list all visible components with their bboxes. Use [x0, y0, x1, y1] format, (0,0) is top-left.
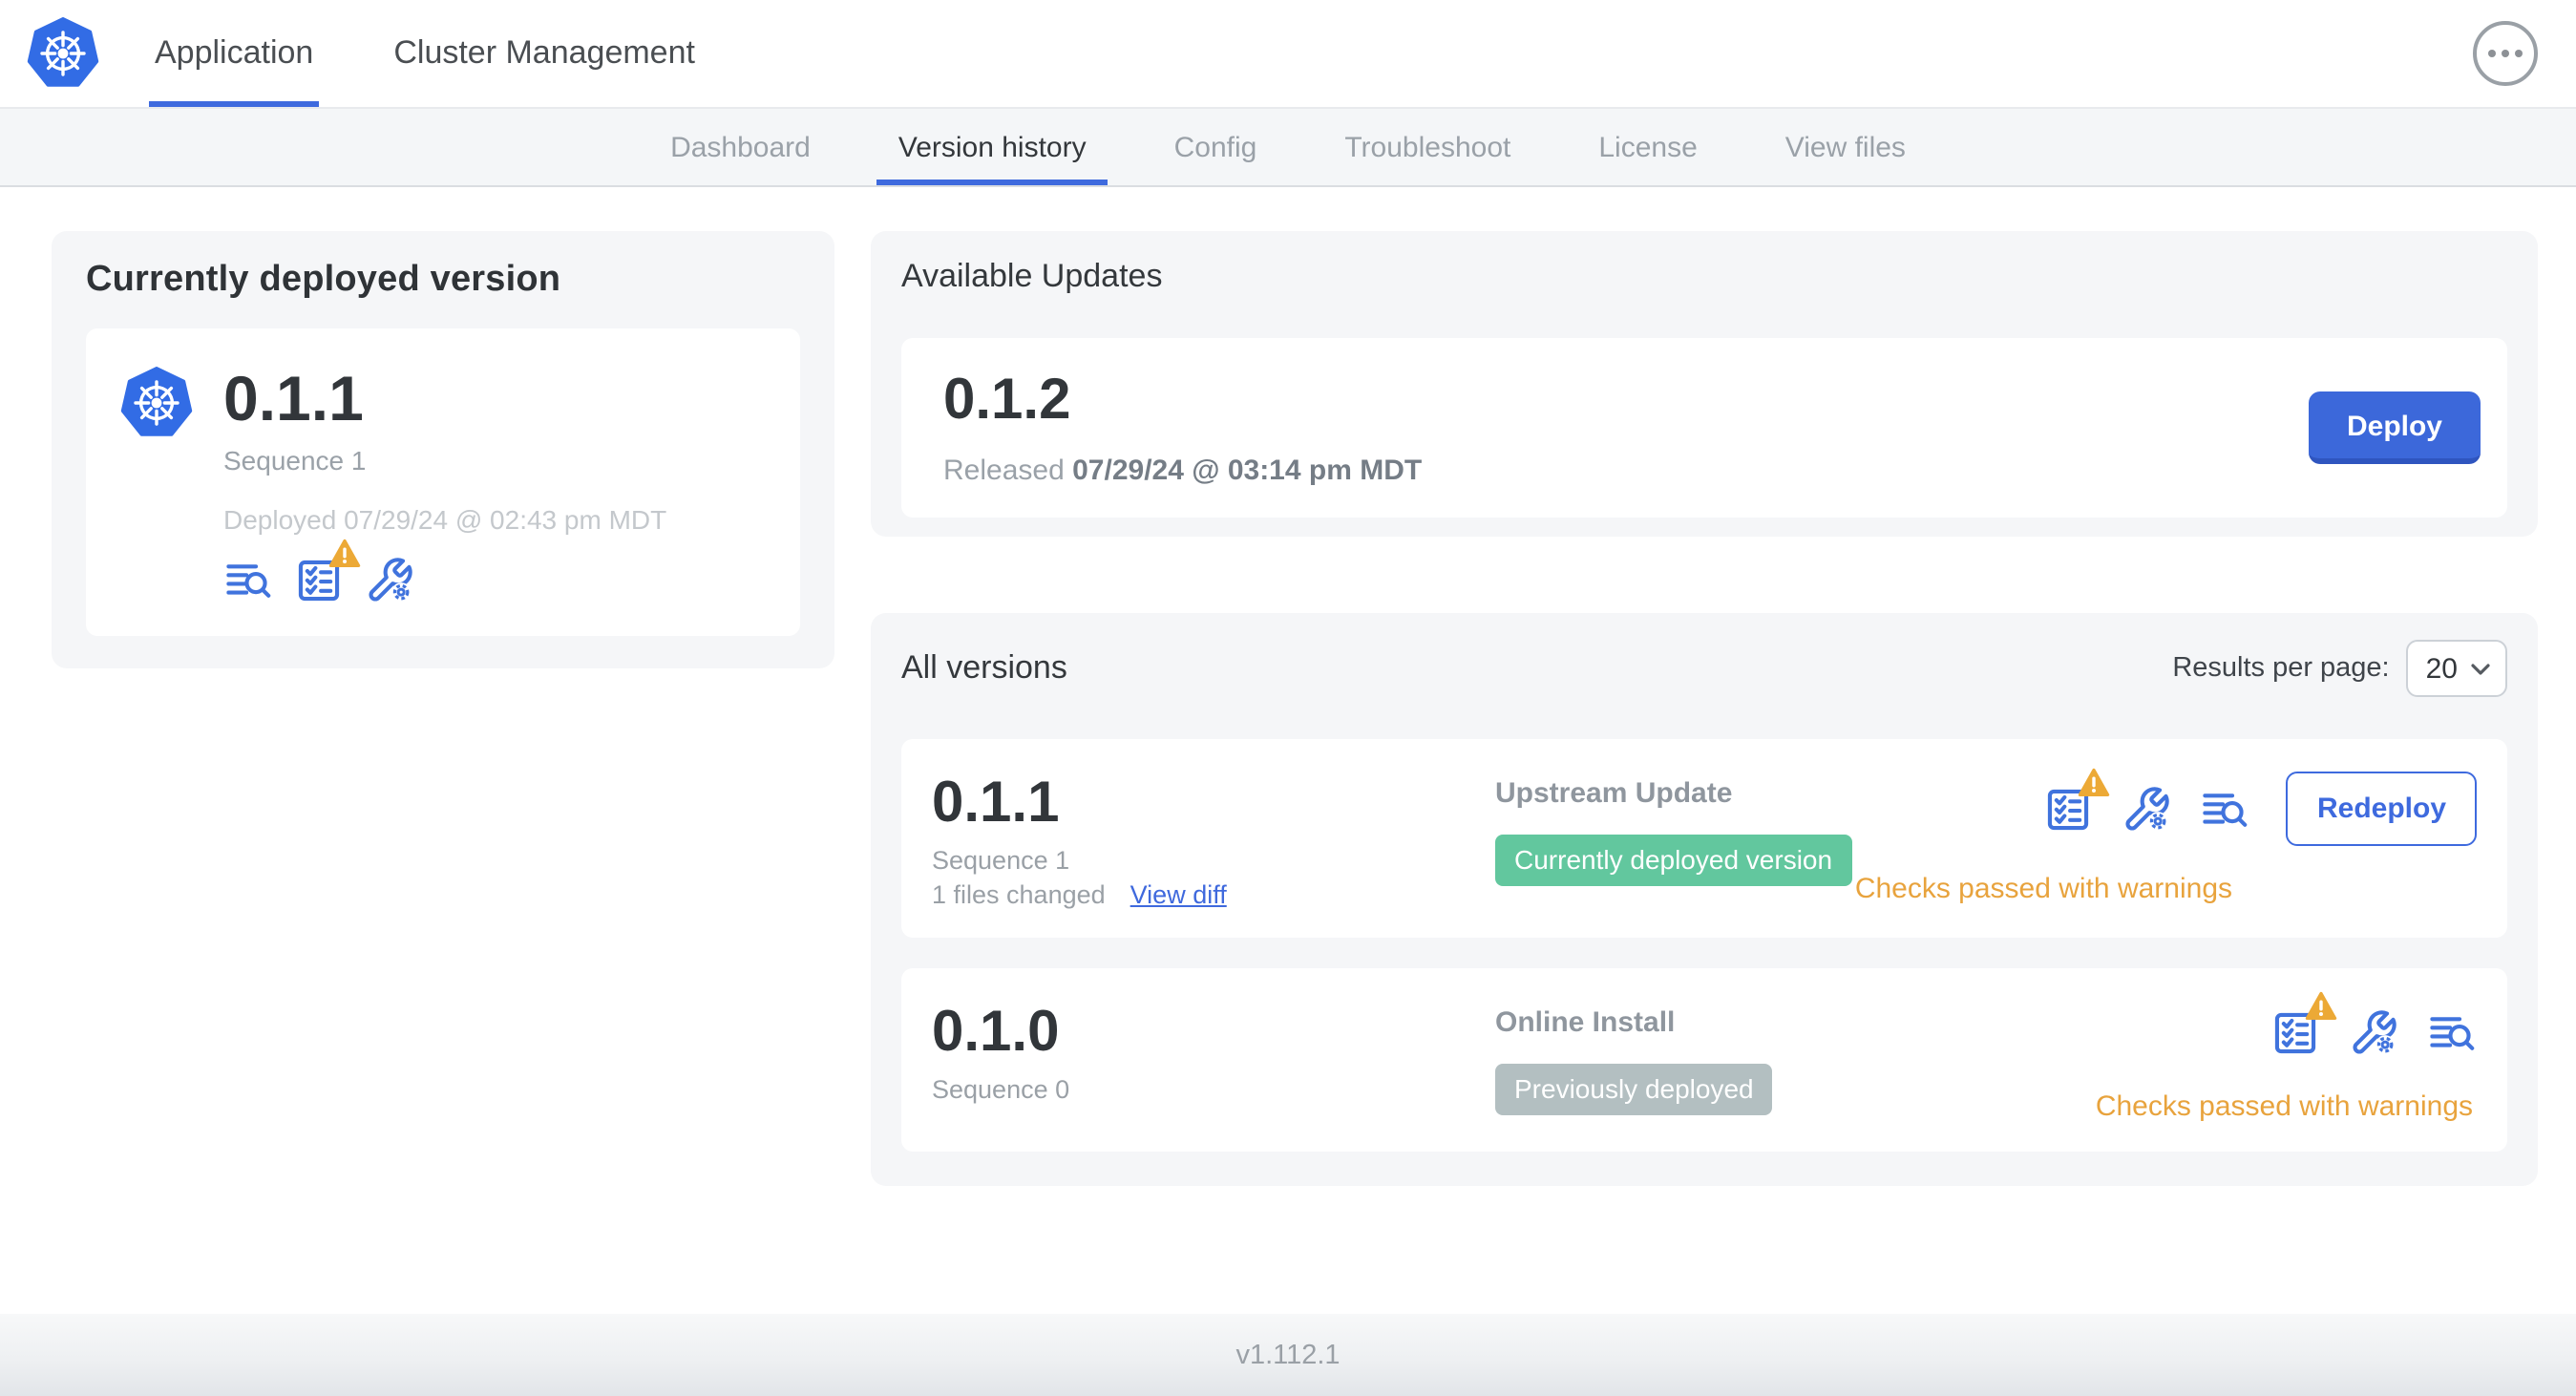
- main-content: Currently deployed version 0.1.1 Sequenc…: [0, 187, 2576, 1186]
- deployed-version-number: 0.1.1: [223, 363, 364, 434]
- subnav-version-history[interactable]: Version history: [855, 109, 1130, 185]
- admin-console: Application Cluster Management Dashboard…: [0, 0, 2576, 1396]
- chevron-down-icon: [2471, 663, 2490, 674]
- app-kubernetes-icon: [120, 367, 193, 436]
- currently-deployed-title: Currently deployed version: [86, 260, 561, 300]
- previously-deployed-badge: Previously deployed: [1495, 1064, 1773, 1115]
- version-row: 0.1.1 Sequence 1 1 files changed View dif…: [901, 739, 2507, 938]
- currently-deployed-panel: Currently deployed version 0.1.1 Sequenc…: [52, 231, 834, 668]
- row-sequence: Sequence 0: [932, 1075, 1070, 1104]
- preflight-checks-icon[interactable]: [294, 539, 361, 605]
- update-released-line: Released 07/29/24 @ 03:14 pm MDT: [943, 455, 1423, 487]
- subnav-troubleshoot[interactable]: Troubleshoot: [1300, 109, 1554, 185]
- app-subnav: Dashboard Version history Config Trouble…: [0, 109, 2576, 187]
- deployed-sequence: Sequence 1: [223, 444, 367, 476]
- tab-application-label: Application: [155, 34, 314, 71]
- right-column: Available Updates 0.1.2 Released 07/29/2…: [871, 231, 2538, 1186]
- preflight-checks-icon[interactable]: [2044, 767, 2111, 834]
- deployed-timestamp: Deployed 07/29/24 @ 02:43 pm MDT: [223, 503, 667, 535]
- results-per-page-select[interactable]: 20: [2406, 640, 2507, 697]
- edit-config-icon[interactable]: [2122, 784, 2172, 834]
- all-versions-panel: All versions Results per page: 20 0.1.1 …: [871, 613, 2538, 1186]
- row-source-label: Upstream Update: [1495, 777, 1733, 810]
- deploy-button[interactable]: Deploy: [2308, 391, 2481, 464]
- deployed-version-card: 0.1.1 Sequence 1 Deployed 07/29/24 @ 02:…: [86, 328, 800, 636]
- available-update-card: 0.1.2 Released 07/29/24 @ 03:14 pm MDT D…: [901, 338, 2507, 518]
- update-version-number: 0.1.2: [943, 369, 1071, 432]
- console-footer: v1.112.1: [0, 1314, 2576, 1396]
- warning-icon: [2305, 991, 2337, 1021]
- view-diff-link[interactable]: View diff: [1130, 880, 1227, 909]
- preflight-checks-icon[interactable]: [2270, 991, 2337, 1058]
- available-updates-panel: Available Updates 0.1.2 Released 07/29/2…: [871, 231, 2538, 537]
- all-versions-title: All versions: [901, 649, 1067, 686]
- files-changed-label: 1 files changed: [932, 880, 1106, 909]
- subnav-dashboard[interactable]: Dashboard: [626, 109, 855, 185]
- kubernetes-logo-icon: [27, 17, 99, 87]
- edit-config-icon[interactable]: [2349, 1008, 2398, 1058]
- warning-icon: [2079, 767, 2111, 796]
- row-version-number: 0.1.1: [932, 772, 1060, 835]
- currently-deployed-badge: Currently deployed version: [1495, 835, 1852, 886]
- view-logs-icon[interactable]: [2201, 784, 2250, 834]
- row-version-number: 0.1.0: [932, 1001, 1060, 1064]
- view-logs-icon[interactable]: [223, 556, 273, 605]
- overflow-menu-button[interactable]: [2473, 21, 2538, 86]
- version-row: 0.1.0 Sequence 0 Online Install Previous…: [901, 968, 2507, 1152]
- subnav-license[interactable]: License: [1554, 109, 1741, 185]
- ellipsis-icon: [2488, 50, 2496, 57]
- update-released-date: 07/29/24 @ 03:14 pm MDT: [1072, 455, 1423, 487]
- row-sequence: Sequence 1: [932, 846, 1070, 875]
- edit-config-icon[interactable]: [365, 556, 414, 605]
- tab-cluster-management-label: Cluster Management: [393, 34, 695, 71]
- subnav-config[interactable]: Config: [1130, 109, 1301, 185]
- available-updates-title: Available Updates: [901, 258, 1163, 294]
- view-logs-icon[interactable]: [2427, 1008, 2477, 1058]
- preflight-status-text[interactable]: Checks passed with warnings: [1855, 873, 2232, 905]
- console-version: v1.112.1: [1235, 1340, 1341, 1370]
- top-bar: Application Cluster Management: [0, 0, 2576, 109]
- results-per-page-label: Results per page:: [2172, 653, 2390, 684]
- preflight-status-text[interactable]: Checks passed with warnings: [2096, 1090, 2473, 1123]
- tab-cluster-management[interactable]: Cluster Management: [388, 0, 701, 107]
- subnav-view-files[interactable]: View files: [1742, 109, 1950, 185]
- warning-icon: [328, 539, 361, 567]
- redeploy-button[interactable]: Redeploy: [2286, 772, 2477, 846]
- row-source-label: Online Install: [1495, 1006, 1676, 1039]
- tab-application[interactable]: Application: [149, 0, 320, 107]
